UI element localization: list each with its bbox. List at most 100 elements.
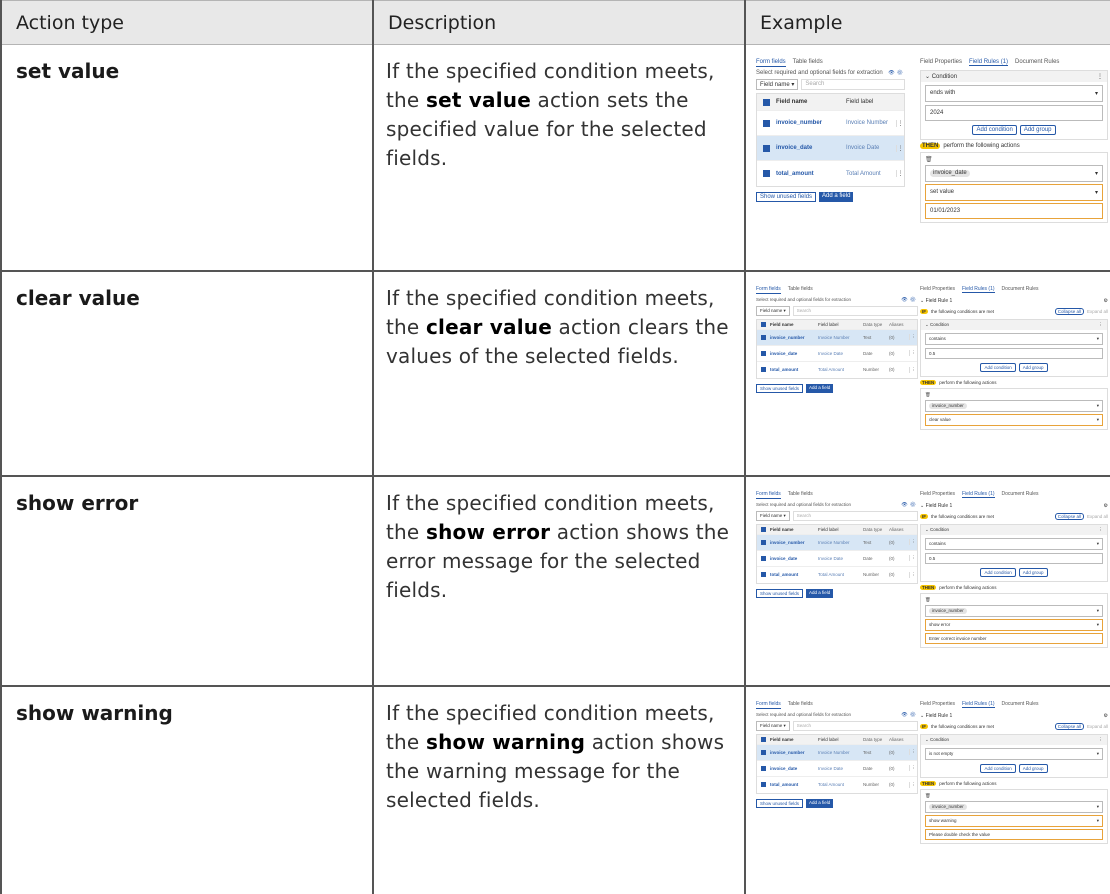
show-unused-fields-button[interactable]: Show unused fields	[756, 588, 804, 598]
field-row[interactable]: total_amount Total Amount Number (0) ⋮	[757, 777, 917, 793]
select-all-checkbox[interactable]	[763, 98, 770, 106]
search-input[interactable]: Search	[801, 79, 905, 90]
show-unused-fields-button[interactable]: Show unused fields	[756, 192, 817, 202]
select-all-checkbox[interactable]	[761, 736, 766, 742]
filter-select[interactable]: Field name ▾	[756, 79, 799, 90]
action-value-input[interactable]: Enter correct invoice number	[925, 632, 1103, 644]
trash-icon[interactable]: 🗑	[925, 156, 1103, 163]
add-group-button[interactable]: Add group	[1018, 763, 1048, 773]
field-row[interactable]: invoice_date Invoice Date ⋮	[757, 136, 904, 161]
filter-select[interactable]: Field name ▾	[756, 720, 790, 731]
chevron-down-icon[interactable]: ⌄	[920, 713, 924, 719]
more-icon[interactable]: ⋮	[896, 170, 904, 177]
field-row[interactable]: total_amount Total Amount ⋮	[757, 161, 904, 186]
search-input[interactable]: Search	[792, 720, 918, 731]
tab-document-rules[interactable]: Document Rules	[1002, 286, 1039, 293]
collapse-all-button[interactable]: Collapse all	[1054, 512, 1084, 520]
action-select[interactable]: set value ▾	[925, 184, 1103, 201]
field-checkbox[interactable]	[761, 572, 766, 577]
chevron-down-icon[interactable]: ⌄	[925, 74, 930, 80]
tab-field-properties[interactable]: Field Properties	[920, 491, 955, 498]
action-value-input[interactable]: Please double check the value	[925, 828, 1103, 840]
field-row[interactable]: total_amount Total Amount Number (0) ⋮	[757, 362, 917, 378]
operator-select[interactable]: is not empty ▾	[925, 747, 1103, 760]
action-select[interactable]: clear value ▾	[925, 413, 1103, 426]
tab-form-fields[interactable]: Form fields	[756, 286, 781, 294]
gear-icon[interactable]: ⚙	[1104, 298, 1108, 304]
chevron-down-icon[interactable]: ⌄	[925, 737, 929, 742]
field-checkbox[interactable]	[763, 144, 770, 152]
field-checkbox[interactable]	[761, 367, 766, 372]
show-unused-fields-button[interactable]: Show unused fields	[756, 383, 804, 393]
action-select[interactable]: show error ▾	[925, 618, 1103, 631]
more-icon[interactable]: ⋮	[1099, 527, 1104, 533]
condition-value-input[interactable]: 0.5	[925, 347, 1103, 359]
field-checkbox[interactable]	[761, 334, 766, 340]
trash-icon[interactable]: 🗑	[925, 597, 1103, 603]
tab-field-properties[interactable]: Field Properties	[920, 286, 955, 293]
expand-all-button[interactable]: Expand all	[1087, 724, 1108, 729]
action-value-input[interactable]: 01/01/2023	[925, 203, 1103, 219]
operator-select[interactable]: contains ▾	[925, 332, 1103, 345]
more-icon[interactable]: ⋮	[909, 539, 917, 545]
search-input[interactable]: Search	[792, 510, 918, 521]
tab-field-rules[interactable]: Field Rules (1)	[969, 59, 1009, 66]
trash-icon[interactable]: 🗑	[925, 392, 1103, 398]
eye-gear-icon[interactable]: 👁⚙	[901, 712, 918, 718]
field-row[interactable]: invoice_number Invoice Number Text (0) ⋮	[757, 744, 917, 761]
add-group-button[interactable]: Add group	[1018, 362, 1048, 372]
eye-gear-icon[interactable]: 👁⚙	[901, 297, 918, 303]
tab-document-rules[interactable]: Document Rules	[1002, 701, 1039, 708]
select-all-checkbox[interactable]	[761, 526, 766, 532]
target-field-select[interactable]: invoice_number ▾	[925, 800, 1103, 813]
tab-field-properties[interactable]: Field Properties	[920, 59, 962, 66]
tab-table-fields[interactable]: Table fields	[788, 491, 813, 499]
more-icon[interactable]: ⋮	[1099, 737, 1104, 743]
tab-table-fields[interactable]: Table fields	[788, 286, 813, 294]
more-icon[interactable]: ⋮	[1099, 322, 1104, 328]
add-field-button[interactable]: Add a field	[806, 383, 834, 393]
more-icon[interactable]: ⋮	[896, 144, 904, 152]
field-row[interactable]: invoice_number Invoice Number Text (0) ⋮	[757, 534, 917, 551]
field-checkbox[interactable]	[761, 749, 766, 755]
tab-document-rules[interactable]: Document Rules	[1015, 59, 1059, 66]
tab-form-fields[interactable]: Form fields	[756, 701, 781, 709]
add-condition-button[interactable]: Add condition	[972, 125, 1017, 135]
add-condition-button[interactable]: Add condition	[980, 763, 1016, 773]
condition-value-input[interactable]: 0.5	[925, 552, 1103, 564]
more-icon[interactable]: ⋮	[1097, 73, 1103, 80]
condition-value-input[interactable]: 2024	[925, 105, 1103, 121]
chevron-down-icon[interactable]: ⌄	[925, 527, 929, 532]
collapse-all-button[interactable]: Collapse all	[1054, 307, 1084, 315]
eye-gear-icon[interactable]: 👁⚙	[888, 70, 905, 76]
more-icon[interactable]: ⋮	[909, 366, 917, 373]
tab-form-fields[interactable]: Form fields	[756, 59, 786, 67]
more-icon[interactable]: ⋮	[909, 781, 917, 788]
tab-field-rules[interactable]: Field Rules (1)	[962, 286, 995, 293]
expand-all-button[interactable]: Expand all	[1087, 309, 1108, 314]
add-field-button[interactable]: Add a field	[819, 192, 854, 202]
field-checkbox[interactable]	[761, 350, 766, 356]
more-icon[interactable]: ⋮	[909, 350, 917, 356]
trash-icon[interactable]: 🗑	[925, 793, 1103, 799]
chevron-down-icon[interactable]: ⌄	[925, 322, 929, 327]
field-row[interactable]: invoice_number Invoice Number Text (0) ⋮	[757, 329, 917, 346]
field-row[interactable]: invoice_date Invoice Date Date (0) ⋮	[757, 551, 917, 567]
action-select[interactable]: show warning ▾	[925, 814, 1103, 827]
gear-icon[interactable]: ⚙	[1104, 503, 1108, 509]
operator-select[interactable]: contains ▾	[925, 537, 1103, 550]
field-row[interactable]: invoice_date Invoice Date Date (0) ⋮	[757, 346, 917, 362]
field-checkbox[interactable]	[761, 555, 766, 561]
filter-select[interactable]: Field name ▾	[756, 305, 790, 316]
tab-field-rules[interactable]: Field Rules (1)	[962, 701, 995, 708]
eye-gear-icon[interactable]: 👁⚙	[901, 502, 918, 508]
field-checkbox[interactable]	[763, 119, 770, 127]
more-icon[interactable]: ⋮	[896, 119, 904, 127]
expand-all-button[interactable]: Expand all	[1087, 514, 1108, 519]
more-icon[interactable]: ⋮	[909, 555, 917, 561]
add-group-button[interactable]: Add group	[1018, 567, 1048, 577]
operator-select[interactable]: ends with ▾	[925, 85, 1103, 102]
field-row[interactable]: total_amount Total Amount Number (0) ⋮	[757, 567, 917, 583]
add-field-button[interactable]: Add a field	[806, 588, 834, 598]
tab-field-rules[interactable]: Field Rules (1)	[962, 491, 995, 498]
